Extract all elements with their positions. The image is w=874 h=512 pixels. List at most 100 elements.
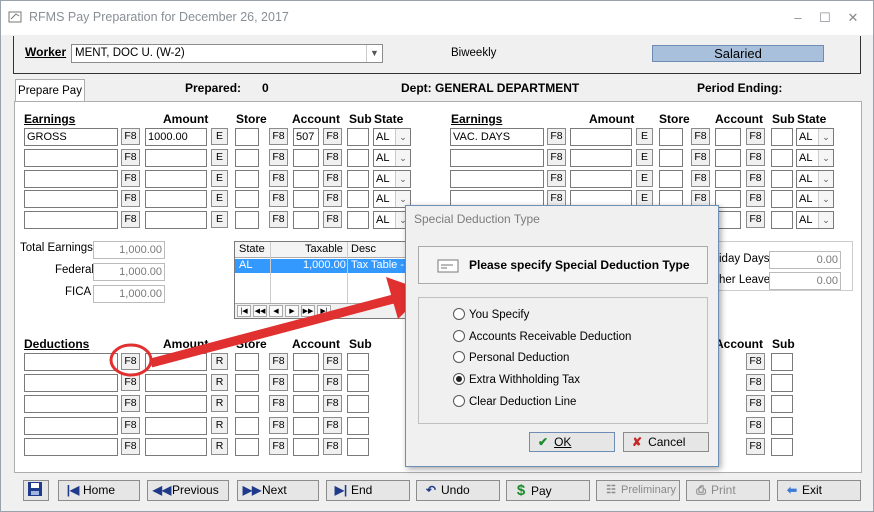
earnings-field[interactable] <box>24 149 118 167</box>
earnings-field[interactable] <box>24 170 118 188</box>
end-button[interactable]: ▶| End <box>326 480 410 501</box>
radio-button[interactable] <box>453 351 465 363</box>
chevron-down-icon[interactable]: ⌄ <box>395 129 410 145</box>
f8-lookup-button[interactable]: F8 <box>547 128 566 145</box>
state-select[interactable]: AL ⌄ <box>373 149 411 167</box>
sub-field-right[interactable] <box>771 128 793 146</box>
ded-account-field[interactable] <box>293 395 319 413</box>
f8-lookup-button[interactable]: F8 <box>269 190 288 207</box>
minimize-icon[interactable]: – <box>786 9 810 27</box>
next-button[interactable]: ▶▶Next <box>237 480 319 501</box>
f8-lookup-button[interactable]: F8 <box>746 128 765 145</box>
ded-sub-field-right[interactable] <box>771 395 793 413</box>
store-field-right[interactable] <box>659 128 683 146</box>
f8-lookup-button[interactable]: F8 <box>323 149 342 166</box>
f8-lookup-button[interactable]: F8 <box>547 170 566 187</box>
state-select[interactable]: AL ⌄ <box>373 128 411 146</box>
worker-select[interactable]: MENT, DOC U. (W-2) ▼ <box>71 44 383 63</box>
sub-field[interactable] <box>347 170 369 188</box>
chevron-down-icon[interactable]: ⌄ <box>818 129 833 145</box>
f8-lookup-button[interactable]: F8 <box>121 128 140 145</box>
f8-lookup-button[interactable]: F8 <box>323 128 342 145</box>
amount-field-right[interactable] <box>570 170 632 188</box>
f8-lookup-button[interactable]: F8 <box>746 438 765 455</box>
account-field[interactable] <box>293 190 319 208</box>
account-field[interactable]: 507 <box>293 128 319 146</box>
f8-lookup-button[interactable]: F8 <box>691 149 710 166</box>
maximize-icon[interactable]: ☐ <box>813 9 837 27</box>
sub-field[interactable] <box>347 190 369 208</box>
ded-store-field[interactable] <box>235 395 259 413</box>
f8-lookup-button[interactable]: F8 <box>746 211 765 228</box>
account-field-right[interactable] <box>715 170 741 188</box>
state-select-right[interactable]: AL ⌄ <box>796 149 834 167</box>
sub-field-right[interactable] <box>771 149 793 167</box>
f8-lookup-button[interactable]: F8 <box>121 395 140 412</box>
ded-amount-field[interactable] <box>145 395 207 413</box>
previous-button[interactable]: ◀◀Previous <box>147 480 229 501</box>
f8-lookup-button[interactable]: F8 <box>323 438 342 455</box>
f8-lookup-button[interactable]: F8 <box>121 149 140 166</box>
f8-lookup-button[interactable]: F8 <box>323 170 342 187</box>
r-button[interactable]: R <box>211 417 228 434</box>
f8-lookup-button[interactable]: F8 <box>746 149 765 166</box>
ded-store-field[interactable] <box>235 417 259 435</box>
e-button[interactable]: E <box>211 190 228 207</box>
account-field-right[interactable] <box>715 149 741 167</box>
amount-field-right[interactable] <box>570 128 632 146</box>
f8-lookup-button[interactable]: F8 <box>691 128 710 145</box>
sub-field[interactable] <box>347 211 369 229</box>
ded-amount-field[interactable] <box>145 438 207 456</box>
radio-button[interactable] <box>453 373 465 385</box>
tab-prepare-pay[interactable]: Prepare Pay <box>15 79 85 101</box>
pay-button[interactable]: $ Pay <box>506 480 590 501</box>
ded-sub-field[interactable] <box>347 438 369 456</box>
state-select-right[interactable]: AL ⌄ <box>796 211 834 229</box>
chevron-down-icon[interactable]: ⌄ <box>818 191 833 207</box>
undo-button[interactable]: ↶ Undo <box>416 480 500 501</box>
f8-lookup-button[interactable]: F8 <box>746 417 765 434</box>
f8-lookup-button[interactable]: F8 <box>323 395 342 412</box>
f8-lookup-button[interactable]: F8 <box>746 190 765 207</box>
amount-field[interactable] <box>145 149 207 167</box>
e-button[interactable]: E <box>211 128 228 145</box>
e-button[interactable]: E <box>636 170 653 187</box>
e-button[interactable]: E <box>211 149 228 166</box>
earnings-field[interactable]: GROSS <box>24 128 118 146</box>
r-button[interactable]: R <box>211 438 228 455</box>
sub-field-right[interactable] <box>771 211 793 229</box>
f8-lookup-button[interactable]: F8 <box>121 170 140 187</box>
earnings-field-right[interactable] <box>450 170 544 188</box>
home-button[interactable]: |◀ Home <box>58 480 140 501</box>
amount-field[interactable] <box>145 170 207 188</box>
account-field[interactable] <box>293 170 319 188</box>
f8-lookup-button[interactable]: F8 <box>746 353 765 370</box>
state-select-right[interactable]: AL ⌄ <box>796 128 834 146</box>
f8-lookup-button[interactable]: F8 <box>691 170 710 187</box>
e-button[interactable]: E <box>636 149 653 166</box>
f8-lookup-button[interactable]: F8 <box>746 395 765 412</box>
ded-sub-field[interactable] <box>347 417 369 435</box>
earnings-field-right[interactable]: VAC. DAYS <box>450 128 544 146</box>
f8-lookup-button[interactable]: F8 <box>269 170 288 187</box>
f8-lookup-button[interactable]: F8 <box>121 190 140 207</box>
f8-lookup-button[interactable]: F8 <box>746 170 765 187</box>
sub-field[interactable] <box>347 149 369 167</box>
radio-option[interactable]: Extra Withholding Tax <box>453 373 580 386</box>
e-button[interactable]: E <box>211 170 228 187</box>
chevron-down-icon[interactable]: ⌄ <box>395 171 410 187</box>
f8-lookup-button[interactable]: F8 <box>269 128 288 145</box>
cancel-button[interactable]: ✘ Cancel <box>623 432 709 452</box>
e-button[interactable]: E <box>636 128 653 145</box>
f8-lookup-button[interactable]: F8 <box>121 211 140 228</box>
e-button[interactable]: E <box>211 211 228 228</box>
ded-sub-field-right[interactable] <box>771 438 793 456</box>
f8-lookup-button[interactable]: F8 <box>746 374 765 391</box>
f8-lookup-button[interactable]: F8 <box>269 438 288 455</box>
earnings-field[interactable] <box>24 211 118 229</box>
chevron-down-icon[interactable]: ⌄ <box>818 212 833 228</box>
radio-option[interactable]: You Specify <box>453 308 529 321</box>
print-button[interactable]: ⎙ Print <box>686 480 770 501</box>
ded-account-field[interactable] <box>293 417 319 435</box>
store-field[interactable] <box>235 190 259 208</box>
